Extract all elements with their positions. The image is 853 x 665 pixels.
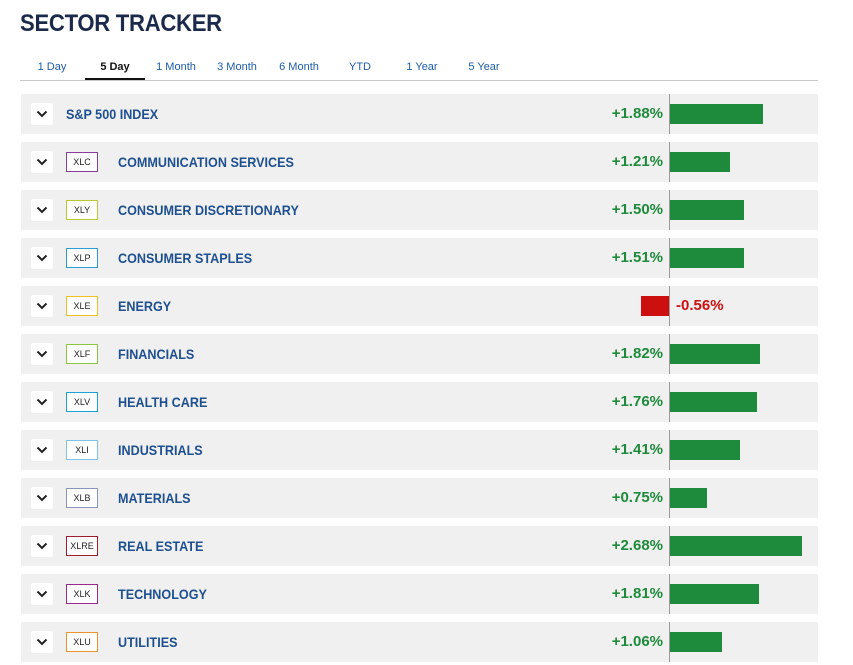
change-percent: +1.50% (611, 201, 663, 218)
chevron-down-icon (36, 638, 48, 646)
chevron-down-icon (36, 446, 48, 454)
sector-row[interactable]: XLE ENERGY -0.56% (21, 286, 818, 326)
sector-tracker-widget: SECTOR TRACKER 1 Day 5 Day 1 Month 3 Mon… (0, 0, 853, 665)
expand-button[interactable] (31, 343, 53, 365)
sector-name[interactable]: FINANCIALS (118, 334, 194, 374)
sector-name[interactable]: CONSUMER DISCRETIONARY (118, 190, 299, 230)
change-percent: +1.76% (611, 393, 663, 410)
change-bar (670, 488, 707, 508)
sector-name[interactable]: UTILITIES (118, 622, 178, 662)
sector-name[interactable]: REAL ESTATE (118, 526, 203, 566)
zero-axis (669, 286, 670, 326)
change-bar (670, 200, 744, 220)
tab-1-year[interactable]: 1 Year (398, 55, 446, 79)
sector-row[interactable]: XLU UTILITIES +1.06% (21, 622, 818, 662)
expand-button[interactable] (31, 199, 53, 221)
sector-name[interactable]: S&P 500 INDEX (66, 94, 158, 134)
chevron-down-icon (36, 590, 48, 598)
ticker-badge: XLB (66, 488, 98, 508)
ticker-badge: XLP (66, 248, 98, 268)
tab-5-year[interactable]: 5 Year (460, 55, 508, 79)
expand-button[interactable] (31, 439, 53, 461)
expand-button[interactable] (31, 103, 53, 125)
sector-row[interactable]: XLV HEALTH CARE +1.76% (21, 382, 818, 422)
sector-name[interactable]: ENERGY (118, 286, 171, 326)
expand-button[interactable] (31, 631, 53, 653)
chevron-down-icon (36, 350, 48, 358)
change-bar (670, 344, 760, 364)
sector-name[interactable]: HEALTH CARE (118, 382, 207, 422)
sector-name[interactable]: COMMUNICATION SERVICES (118, 142, 294, 182)
timeframe-tabs: 1 Day 5 Day 1 Month 3 Month 6 Month YTD … (20, 55, 818, 81)
tab-1-month[interactable]: 1 Month (149, 55, 203, 79)
change-percent: +1.51% (611, 249, 663, 266)
chevron-down-icon (36, 254, 48, 262)
change-percent: +1.41% (611, 441, 663, 458)
tab-5-day[interactable]: 5 Day (85, 55, 145, 80)
sector-name[interactable]: CONSUMER STAPLES (118, 238, 252, 278)
sector-row[interactable]: XLI INDUSTRIALS +1.41% (21, 430, 818, 470)
change-percent: +1.81% (611, 585, 663, 602)
change-bar (670, 152, 730, 172)
change-bar (641, 296, 669, 316)
sector-list: S&P 500 INDEX +1.88% XLC COMMUNICATION SERV… (21, 94, 818, 665)
expand-button[interactable] (31, 295, 53, 317)
change-percent: +2.68% (611, 537, 663, 554)
expand-button[interactable] (31, 535, 53, 557)
sector-row[interactable]: XLF FINANCIALS +1.82% (21, 334, 818, 374)
tab-6-month[interactable]: 6 Month (271, 55, 327, 79)
change-bar (670, 392, 757, 412)
page-title: SECTOR TRACKER (20, 10, 222, 37)
ticker-badge: XLC (66, 152, 98, 172)
ticker-badge: XLU (66, 632, 98, 652)
tab-1-day[interactable]: 1 Day (25, 55, 79, 79)
ticker-badge: XLI (66, 440, 98, 460)
ticker-badge: XLK (66, 584, 98, 604)
change-bar (670, 248, 745, 268)
change-percent: +1.88% (611, 105, 663, 122)
sector-row[interactable]: XLB MATERIALS +0.75% (21, 478, 818, 518)
change-percent: +1.82% (611, 345, 663, 362)
change-bar (670, 104, 763, 124)
index-row[interactable]: S&P 500 INDEX +1.88% (21, 94, 818, 134)
expand-button[interactable] (31, 151, 53, 173)
expand-button[interactable] (31, 391, 53, 413)
sector-name[interactable]: INDUSTRIALS (118, 430, 203, 470)
change-bar (670, 536, 803, 556)
ticker-badge: XLRE (66, 536, 98, 556)
tab-3-month[interactable]: 3 Month (209, 55, 265, 79)
chevron-down-icon (36, 110, 48, 118)
ticker-badge: XLV (66, 392, 98, 412)
chevron-down-icon (36, 302, 48, 310)
sector-name[interactable]: TECHNOLOGY (118, 574, 207, 614)
change-percent: +1.06% (611, 633, 663, 650)
sector-row[interactable]: XLC COMMUNICATION SERVICES +1.21% (21, 142, 818, 182)
tab-ytd[interactable]: YTD (340, 55, 380, 79)
sector-row[interactable]: XLY CONSUMER DISCRETIONARY +1.50% (21, 190, 818, 230)
change-percent: +1.21% (611, 153, 663, 170)
sector-row[interactable]: XLK TECHNOLOGY +1.81% (21, 574, 818, 614)
sector-row[interactable]: XLRE REAL ESTATE +2.68% (21, 526, 818, 566)
sector-row[interactable]: XLP CONSUMER STAPLES +1.51% (21, 238, 818, 278)
sector-name[interactable]: MATERIALS (118, 478, 191, 518)
chevron-down-icon (36, 494, 48, 502)
expand-button[interactable] (31, 247, 53, 269)
change-bar (670, 584, 760, 604)
ticker-badge: XLY (66, 200, 98, 220)
change-percent: +0.75% (611, 489, 663, 506)
ticker-badge: XLF (66, 344, 98, 364)
chevron-down-icon (36, 206, 48, 214)
expand-button[interactable] (31, 583, 53, 605)
ticker-badge: XLE (66, 296, 98, 316)
change-bar (670, 632, 723, 652)
chevron-down-icon (36, 542, 48, 550)
change-bar (670, 440, 740, 460)
chevron-down-icon (36, 398, 48, 406)
change-percent: -0.56% (676, 297, 724, 314)
chevron-down-icon (36, 158, 48, 166)
expand-button[interactable] (31, 487, 53, 509)
